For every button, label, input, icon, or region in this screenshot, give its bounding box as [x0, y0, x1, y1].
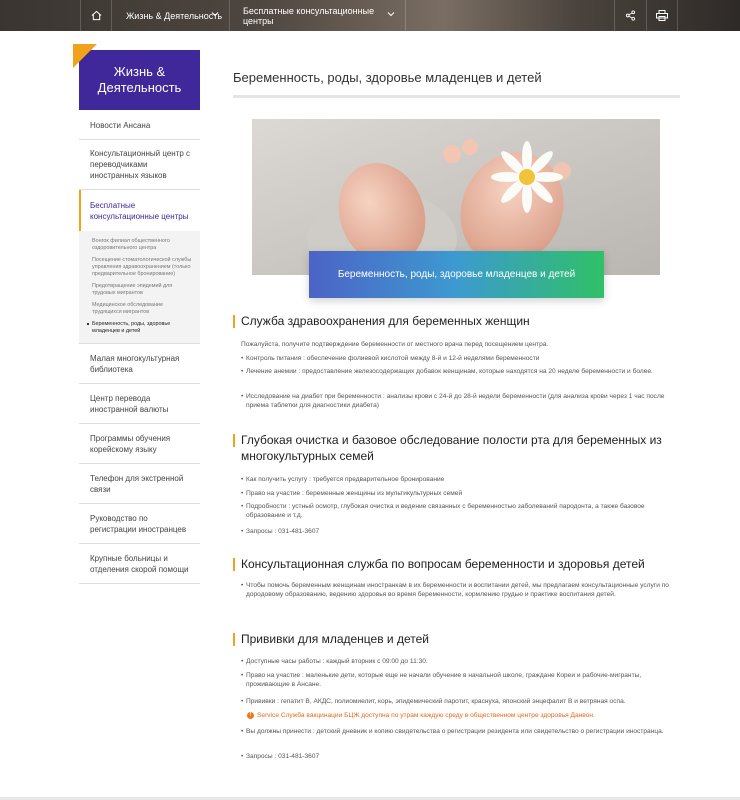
list-item: Право на участие : маленькие дети, котор… — [241, 671, 677, 689]
sidebar-item-label: Центр перевода иностранной валюты — [90, 393, 169, 414]
list-item: Подробности : устный осмотр, глубокая оч… — [241, 502, 677, 520]
sidebar-item-interpreter-center[interactable]: Консультационный центр с переводчиками и… — [79, 140, 200, 190]
chevron-down-icon — [387, 12, 395, 17]
sidebar-nav: Новости Ансана Консультационный центр с … — [79, 111, 200, 584]
subnav-item-epidemic[interactable]: Предотвращение эпидемий для трудовых миг… — [92, 283, 194, 297]
sidebar-title-box: Жизнь & Деятельность — [73, 44, 200, 110]
title-divider — [233, 95, 680, 98]
sidebar-item-hospitals[interactable]: Крупные больницы и отделения скорой помо… — [79, 544, 200, 584]
print-icon — [656, 10, 668, 21]
sidebar-item-free-centers[interactable]: Бесплатные консультационные центры — [79, 190, 200, 231]
share-icon — [625, 10, 636, 21]
sidebar-item-library[interactable]: Малая многокультурная библиотека — [79, 344, 200, 384]
chevron-down-icon — [211, 12, 219, 17]
sidebar-item-ansan-news[interactable]: Новости Ансана — [79, 111, 200, 140]
home-button[interactable] — [80, 0, 112, 31]
section-intro: Пожалуйста, получите подтверждение берем… — [241, 341, 549, 348]
sidebar-item-label: Телефон для экстренной связи — [90, 473, 184, 494]
list-item: Как получить услугу : требуется предвари… — [241, 475, 677, 484]
sidebar-item-label: Новости Ансана — [90, 120, 151, 130]
sidebar-item-korean-programs[interactable]: Программы обучения корейскому языку — [79, 424, 200, 464]
section-title-vaccination: Прививки для младенцев и детей — [233, 631, 683, 647]
top-navigation-bar: Жизнь & Деятельность Бесплатные консульт… — [0, 0, 740, 31]
section-title-prenatal-health: Служба здравоохранения для беременных же… — [233, 313, 683, 329]
page-title: Беременность, роды, здоровье младенцев и… — [233, 70, 542, 85]
list-item: Исследование на диабет при беременности … — [241, 392, 677, 410]
home-icon — [91, 10, 101, 21]
list-item: Прививки : гепатит B, АКДС, полиомиелит,… — [241, 697, 677, 706]
print-button[interactable] — [646, 0, 678, 31]
share-button[interactable] — [614, 0, 646, 31]
list-item: Контроль питания : обеспечение фолиевой … — [241, 354, 677, 363]
list-item: Запросы : 031-481-3607 — [241, 752, 677, 761]
sidebar-title: Жизнь & Деятельность — [97, 64, 182, 95]
sidebar-item-label: Руководство по регистрации иностранцев — [90, 513, 187, 534]
sidebar-item-label: Малая многокультурная библиотека — [90, 353, 180, 374]
breadcrumb-label: Бесплатные консультационные центры — [243, 5, 375, 26]
breadcrumb-label: Жизнь & Деятельность — [126, 10, 223, 21]
warning-icon: ! — [247, 712, 254, 719]
list-item: Доступные часы работы : каждый вторник с… — [241, 657, 677, 666]
list-item: Запросы : 031-481-3607 — [241, 527, 677, 536]
hero-caption: Беременность, роды, здоровье младенцев и… — [309, 251, 604, 298]
sidebar-item-currency[interactable]: Центр перевода иностранной валюты — [79, 384, 200, 424]
sidebar-item-label: Крупные больницы и отделения скорой помо… — [90, 553, 189, 574]
sidebar-item-label: Программы обучения корейскому языку — [90, 433, 171, 454]
sidebar-item-label: Бесплатные консультационные центры — [90, 200, 189, 221]
section-title-dental-care: Глубокая очистка и базовое обследование … — [233, 432, 683, 464]
subnav-item-pregnancy[interactable]: Беременность, роды, здоровье младенцев и… — [87, 321, 194, 335]
subnav-item-medical-exam[interactable]: Медицинское обследование трудящихся мигр… — [92, 302, 194, 316]
notice-text: Service Служба вакцинации БЦЖ доступна п… — [257, 712, 595, 719]
sidebar-item-emergency-phone[interactable]: Телефон для экстренной связи — [79, 464, 200, 504]
subnav-item-dental[interactable]: Посещение стоматологической службы управ… — [92, 257, 194, 278]
corner-accent — [73, 44, 97, 68]
sidebar-item-registration-guide[interactable]: Руководство по регистрации иностранцев — [79, 504, 200, 544]
subnav-item-wongok[interactable]: Вонгок филиал общественного оздоровитель… — [92, 238, 194, 252]
breadcrumb-free-centers[interactable]: Бесплатные консультационные центры — [230, 0, 406, 31]
sidebar-item-label: Консультационный центр с переводчиками и… — [90, 149, 191, 180]
section-title-counseling: Консультационная служба по вопросам бере… — [233, 556, 683, 572]
list-item: Вы должны принести : детский дневник и к… — [241, 727, 677, 736]
list-item: Право на участие : беременные женщины из… — [241, 489, 677, 498]
list-item: Лечение анемии : предоставление железосо… — [241, 367, 677, 376]
sidebar-subnav: Вонгок филиал общественного оздоровитель… — [79, 231, 200, 344]
notice-bcg: ! Service Служба вакцинации БЦЖ доступна… — [247, 711, 677, 720]
list-item: Чтобы помочь беременным женщинам иностра… — [241, 581, 677, 599]
breadcrumb-life-activity[interactable]: Жизнь & Деятельность — [113, 0, 230, 31]
